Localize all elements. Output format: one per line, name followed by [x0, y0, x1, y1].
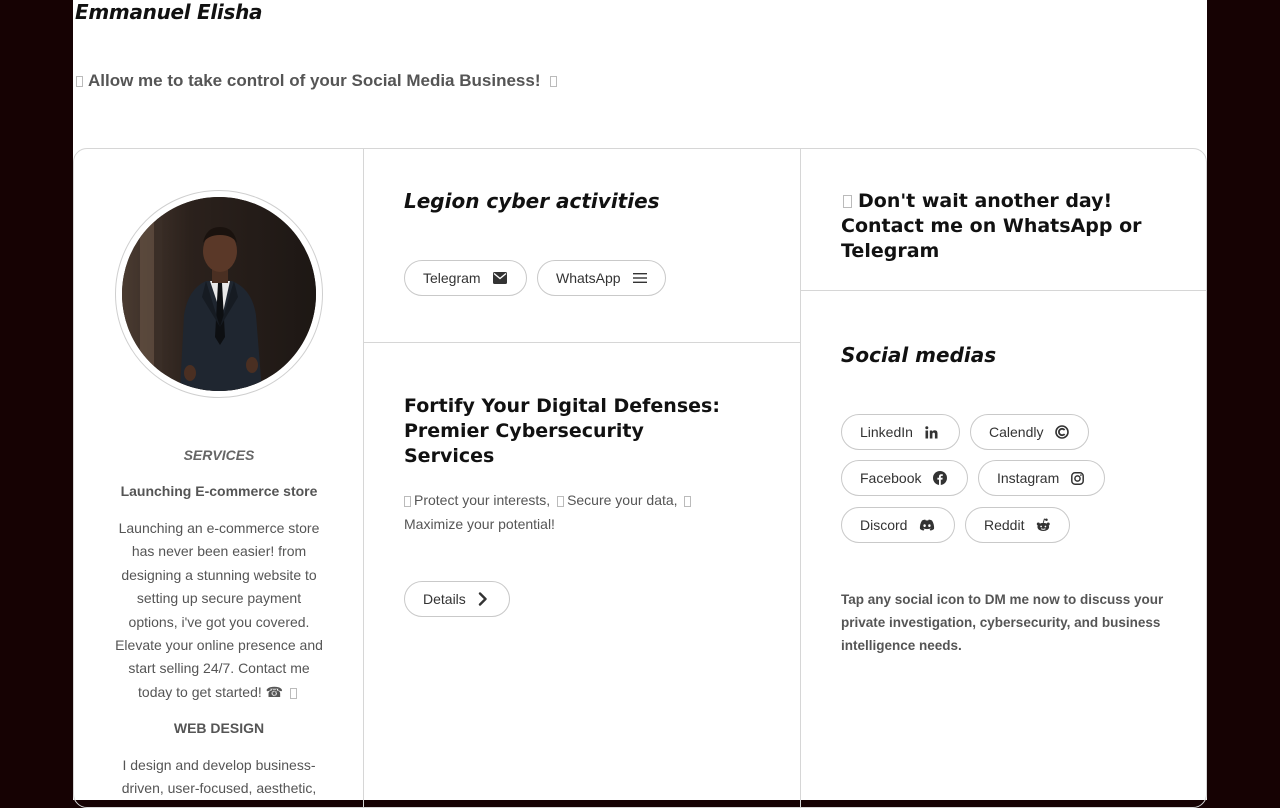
instagram-label: Instagram — [997, 470, 1060, 486]
right-column: Don't wait another day! Contact me on Wh… — [801, 149, 1206, 807]
page-container: Emmanuel Elisha Allow me to take control… — [73, 0, 1207, 808]
tagline-text: Allow me to take control of your Social … — [88, 71, 541, 90]
service-body-ecommerce: Launching an e-commerce store has never … — [112, 517, 326, 704]
instagram-icon — [1071, 471, 1085, 485]
emoji-placeholder-icon — [557, 495, 565, 507]
avatar-frame — [115, 190, 323, 398]
chevron-right-icon — [478, 592, 487, 606]
emoji-placeholder-icon — [404, 495, 411, 507]
envelope-icon — [492, 272, 507, 284]
discord-button[interactable]: Discord — [841, 507, 955, 543]
content-grid: SERVICES Launching E-commerce store Laun… — [73, 148, 1207, 808]
linkedin-label: LinkedIn — [860, 424, 913, 440]
emoji-placeholder-icon — [76, 75, 83, 87]
divider — [801, 290, 1206, 291]
whatsapp-label: WhatsApp — [556, 270, 621, 286]
contact-title-text: Don't wait another day! Contact me on Wh… — [841, 190, 1142, 262]
instagram-button[interactable]: Instagram — [978, 460, 1105, 496]
service-title-ecommerce: Launching E-commerce store — [120, 483, 318, 499]
facebook-button[interactable]: Facebook — [841, 460, 968, 496]
profile-column: SERVICES Launching E-commerce store Laun… — [74, 149, 364, 807]
service-body-webdesign: I design and develop business-driven, us… — [121, 757, 317, 797]
emoji-placeholder-icon — [550, 75, 558, 87]
fortify-desc-1: Protect your interests, — [414, 492, 551, 508]
reddit-icon — [1037, 518, 1051, 532]
calendly-icon — [1055, 425, 1070, 439]
facebook-icon — [933, 471, 948, 485]
calendly-label: Calendly — [989, 424, 1044, 440]
reddit-button[interactable]: Reddit — [965, 507, 1070, 543]
service-title-webdesign: WEB DESIGN — [173, 720, 265, 736]
calendly-button[interactable]: Calendly — [970, 414, 1089, 450]
contact-title: Don't wait another day! Contact me on Wh… — [841, 189, 1181, 264]
telegram-label: Telegram — [423, 270, 481, 286]
whatsapp-button[interactable]: WhatsApp — [537, 260, 666, 296]
details-label: Details — [423, 591, 466, 607]
divider — [364, 342, 801, 343]
legion-title: Legion cyber activities — [404, 189, 660, 213]
emoji-placeholder-icon — [684, 495, 692, 507]
fortify-desc-3: Maximize your potential! — [404, 516, 555, 532]
discord-icon — [920, 519, 935, 531]
discord-label: Discord — [860, 517, 908, 533]
fortify-description: Protect your interests, Secure your data… — [404, 488, 724, 536]
telegram-button[interactable]: Telegram — [404, 260, 527, 296]
linkedin-button[interactable]: LinkedIn — [841, 414, 960, 450]
service-body-text: Launching an e-commerce store has never … — [115, 520, 323, 700]
details-button[interactable]: Details — [404, 581, 510, 617]
site-brand[interactable]: Emmanuel Elisha — [75, 0, 263, 24]
avatar-portrait — [122, 197, 316, 391]
tagline: Allow me to take control of your Social … — [73, 71, 560, 91]
facebook-label: Facebook — [860, 470, 922, 486]
social-title: Social medias — [841, 343, 997, 367]
emoji-placeholder-icon — [289, 687, 297, 699]
social-note: Tap any social icon to DM me now to disc… — [841, 592, 1164, 653]
fortify-desc-2: Secure your data, — [567, 492, 678, 508]
middle-column: Legion cyber activities Telegram WhatsAp… — [364, 149, 801, 807]
menu-icon — [632, 273, 647, 283]
emoji-placeholder-icon — [843, 195, 852, 208]
services-title: SERVICES — [183, 447, 255, 463]
reddit-label: Reddit — [984, 517, 1025, 533]
linkedin-icon — [925, 425, 938, 438]
fortify-title: Fortify Your Digital Defenses: Premier C… — [404, 395, 720, 467]
avatar — [122, 197, 316, 391]
